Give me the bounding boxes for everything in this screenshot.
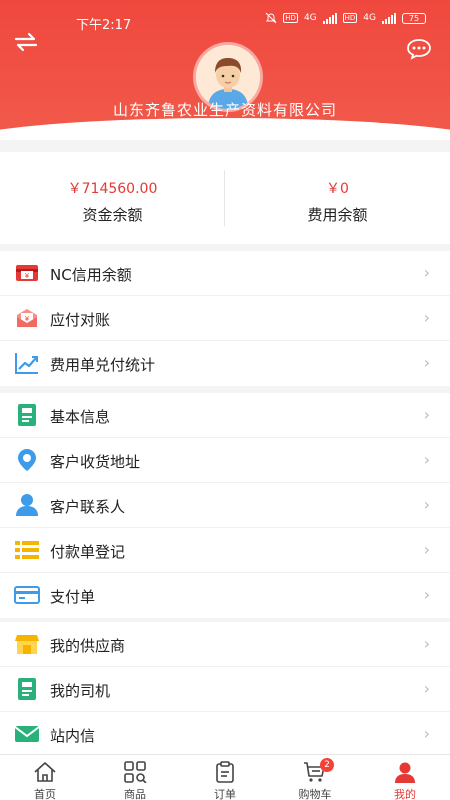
menu-item-inbox[interactable]: 站内信 › — [0, 712, 450, 757]
payable-reconcile-icon: ¥ — [17, 309, 37, 327]
chevron-right-icon: › — [423, 405, 430, 424]
menu-item-label: 基本信息 — [50, 408, 111, 426]
chevron-right-icon: › — [423, 585, 430, 604]
chevron-right-icon: › — [423, 450, 430, 469]
driver-document-icon — [18, 678, 36, 700]
menu-item-label: 客户联系人 — [50, 498, 126, 516]
hd-icon: HD — [283, 13, 298, 23]
menu-item-label: 我的供应商 — [50, 637, 126, 655]
chevron-right-icon: › — [423, 540, 430, 559]
menu-item-label: 客户收货地址 — [50, 453, 141, 471]
menu-item-expense-stats[interactable]: 费用单兑付统计 › — [0, 341, 450, 386]
menu-item-label: 站内信 — [50, 727, 96, 745]
menu-item-payment-order[interactable]: 支付单 › — [0, 573, 450, 618]
menu-section-finance: ¥ NC信用余额 › ¥ 应付对账 › 费用单兑付统计 › — [0, 251, 450, 386]
tab-cart[interactable]: 2 购物车 — [270, 755, 360, 800]
menu-item-label: 付款单登记 — [50, 543, 126, 561]
tab-label: 首页 — [34, 788, 56, 800]
status-icons: HD 4G HD 4G 75 — [265, 12, 426, 24]
menu-item-nc-credit[interactable]: ¥ NC信用余额 › — [0, 251, 450, 296]
tab-label: 商品 — [124, 788, 146, 800]
status-bar: 下午2:17 HD 4G HD 4G 75 — [0, 0, 450, 40]
fund-balance-amount: ￥714560.00 — [67, 181, 158, 197]
menu-item-suppliers[interactable]: 我的供应商 › — [0, 622, 450, 667]
menu-section-partners: 我的供应商 › 我的司机 › 站内信 › — [0, 622, 450, 757]
tab-home[interactable]: 首页 — [0, 755, 90, 800]
chevron-right-icon: › — [423, 308, 430, 327]
chevron-right-icon: › — [423, 495, 430, 514]
balance-card: ￥714560.00 资金余额 ￥0 费用余额 — [0, 152, 450, 244]
fund-balance[interactable]: ￥714560.00 资金余额 — [0, 152, 225, 244]
header-curve — [0, 118, 450, 140]
expense-balance-amount: ￥0 — [326, 181, 349, 197]
nc-credit-icon: ¥ — [16, 265, 38, 281]
list-icon — [15, 541, 39, 559]
menu-item-label: 支付单 — [50, 588, 96, 606]
menu-item-label: 应付对账 — [50, 311, 111, 329]
fund-balance-label: 资金余额 — [82, 206, 143, 224]
network-type-b: 4G — [363, 13, 376, 23]
document-icon — [18, 404, 36, 426]
menu-item-label: NC信用余额 — [50, 266, 132, 284]
expense-balance-label: 费用余额 — [307, 206, 368, 224]
mute-icon — [265, 12, 277, 24]
hd-icon-2: HD — [342, 13, 358, 23]
supplier-shop-icon — [15, 635, 39, 654]
chevron-right-icon: › — [423, 679, 430, 698]
menu-item-contacts[interactable]: 客户联系人 › — [0, 483, 450, 528]
grid-icon — [124, 761, 147, 783]
company-name: 山东齐鲁农业生产资料有限公司 — [112, 101, 337, 119]
tab-mine[interactable]: 我的 — [360, 755, 450, 800]
signal-icon — [322, 12, 337, 24]
tab-label: 购物车 — [298, 788, 332, 800]
message-icon[interactable] — [406, 38, 432, 60]
menu-section-customer: 基本信息 › 客户收货地址 › 客户联系人 › 付款单登记 › 支付单 › — [0, 393, 450, 618]
tab-orders[interactable]: 订单 — [180, 755, 270, 800]
user-icon — [395, 762, 415, 783]
switch-account-icon[interactable] — [12, 30, 40, 54]
mail-icon — [14, 726, 40, 742]
menu-item-basic-info[interactable]: 基本信息 › — [0, 393, 450, 438]
bottom-tab-bar: 首页 商品 订单 2 购物车 我的 — [0, 754, 450, 800]
person-icon — [16, 494, 38, 516]
menu-item-payable-reconcile[interactable]: ¥ 应付对账 › — [0, 296, 450, 341]
location-pin-icon — [18, 449, 36, 471]
expense-balance[interactable]: ￥0 费用余额 — [225, 152, 450, 244]
menu-item-shipping-address[interactable]: 客户收货地址 › — [0, 438, 450, 483]
chevron-right-icon: › — [423, 724, 430, 743]
chevron-right-icon: › — [423, 353, 430, 372]
tab-products[interactable]: 商品 — [90, 755, 180, 800]
home-icon — [34, 762, 56, 782]
cart-badge: 2 — [320, 758, 334, 772]
menu-item-payment-register[interactable]: 付款单登记 › — [0, 528, 450, 573]
tab-label: 订单 — [214, 788, 236, 800]
tab-label: 我的 — [394, 788, 416, 800]
svg-text:¥: ¥ — [25, 272, 30, 280]
battery-icon: 75 — [402, 12, 426, 24]
status-time: 下午2:17 — [76, 18, 132, 33]
clipboard-icon — [216, 761, 234, 783]
signal-icon-2 — [382, 12, 396, 24]
trend-chart-icon — [15, 353, 38, 374]
card-icon — [14, 586, 40, 604]
menu-item-drivers[interactable]: 我的司机 › — [0, 667, 450, 712]
profile-header: 下午2:17 HD 4G HD 4G 75 山东齐鲁农业生产资料有限公司 — [0, 0, 450, 140]
network-type-a: 4G — [303, 13, 317, 23]
menu-item-label: 我的司机 — [50, 682, 111, 700]
chevron-right-icon: › — [423, 263, 430, 282]
chevron-right-icon: › — [423, 634, 430, 653]
menu-item-label: 费用单兑付统计 — [50, 356, 156, 374]
